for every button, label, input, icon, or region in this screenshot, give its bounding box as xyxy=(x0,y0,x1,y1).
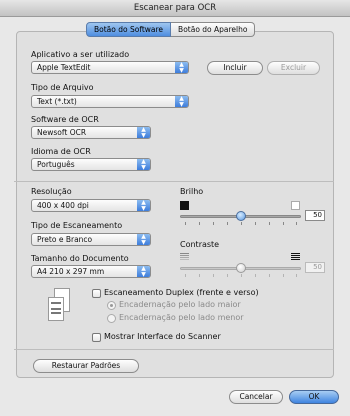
scan-type-label: Tipo de Escaneamento xyxy=(31,221,123,230)
resolution-select[interactable]: 400 x 400 dpi ▲ ▼ xyxy=(31,199,151,212)
resolution-label: Resolução xyxy=(31,187,72,196)
restore-defaults-button[interactable]: Restaurar Padrões xyxy=(33,359,139,373)
brightness-value-field[interactable]: 50 xyxy=(305,210,325,221)
cancel-button[interactable]: Cancelar xyxy=(229,390,283,404)
scan-type-value: Preto e Branco xyxy=(37,235,93,244)
popup-arrows-icon: ▲ ▼ xyxy=(137,266,150,277)
brightness-slider-knob[interactable] xyxy=(235,211,246,221)
brightness-ticks xyxy=(185,222,297,225)
file-type-value: Text (*.txt) xyxy=(37,97,77,106)
long-edge-radio[interactable] xyxy=(107,301,116,310)
show-interface-label: Mostrar Interface do Scanner xyxy=(104,332,221,341)
application-select[interactable]: Apple TextEdit ▲ ▼ xyxy=(31,61,189,74)
section-divider xyxy=(14,181,334,182)
ocr-software-select[interactable]: Newsoft OCR ▲ ▼ xyxy=(31,126,151,139)
short-edge-radio[interactable] xyxy=(107,314,116,323)
ocr-language-value: Português xyxy=(37,160,75,169)
popup-arrows-icon: ▲ ▼ xyxy=(175,96,188,107)
window-title: Escanear para OCR xyxy=(133,3,217,13)
application-label: Aplicativo a ser utilizado xyxy=(31,50,130,59)
duplex-pages-icon xyxy=(46,288,72,324)
file-type-label: Tipo de Arquivo xyxy=(31,83,94,92)
file-type-select[interactable]: Text (*.txt) ▲ ▼ xyxy=(31,95,189,108)
contrast-value-field[interactable]: 50 xyxy=(305,262,325,273)
document-size-select[interactable]: A4 210 x 297 mm ▲ ▼ xyxy=(31,265,151,278)
popup-arrows-icon: ▲ ▼ xyxy=(137,127,150,138)
ocr-scan-window: Escanear para OCR Botão do Software Botã… xyxy=(0,0,350,416)
low-contrast-icon xyxy=(180,253,189,262)
short-edge-label: Encadernação pelo lado menor xyxy=(119,313,244,322)
long-edge-label: Encadernação pelo lado maior xyxy=(119,300,241,309)
application-select-value: Apple TextEdit xyxy=(37,63,91,72)
resolution-value: 400 x 400 dpi xyxy=(37,201,89,210)
add-application-button[interactable]: Incluir xyxy=(207,61,263,75)
popup-arrows-icon: ▲ ▼ xyxy=(137,234,150,245)
scan-type-select[interactable]: Preto e Branco ▲ ▼ xyxy=(31,233,151,246)
document-size-value: A4 210 x 297 mm xyxy=(37,267,105,276)
duplex-label: Escaneamento Duplex (frente e verso) xyxy=(104,288,259,297)
high-contrast-icon xyxy=(291,253,300,262)
contrast-label: Contraste xyxy=(180,240,220,249)
brightness-label: Brilho xyxy=(180,187,204,196)
show-interface-checkbox[interactable] xyxy=(92,333,101,342)
ocr-software-value: Newsoft OCR xyxy=(37,128,87,137)
tab-device-button[interactable]: Botão do Aparelho xyxy=(171,22,256,37)
document-size-label: Tamanho do Documento xyxy=(31,254,129,263)
duplex-checkbox[interactable] xyxy=(92,289,101,298)
ocr-software-label: Software de OCR xyxy=(31,115,99,124)
remove-application-button[interactable]: Excluir xyxy=(267,61,320,75)
ok-button[interactable]: OK xyxy=(289,390,339,404)
popup-arrows-icon: ▲ ▼ xyxy=(137,200,150,211)
dark-swatch-icon xyxy=(180,201,189,210)
contrast-ticks xyxy=(185,274,297,277)
popup-arrows-icon: ▲ ▼ xyxy=(175,62,188,73)
popup-arrows-icon: ▲ ▼ xyxy=(137,159,150,170)
ocr-language-label: Idioma de OCR xyxy=(31,147,91,156)
ocr-language-select[interactable]: Português ▲ ▼ xyxy=(31,158,151,171)
contrast-slider-knob[interactable] xyxy=(235,263,246,273)
tab-software-button[interactable]: Botão do Software xyxy=(86,22,172,37)
section-divider xyxy=(14,349,334,350)
tab-bar: Botão do Software Botão do Aparelho xyxy=(86,22,256,37)
light-swatch-icon xyxy=(291,201,300,210)
title-bar[interactable]: Escanear para OCR xyxy=(0,0,350,17)
